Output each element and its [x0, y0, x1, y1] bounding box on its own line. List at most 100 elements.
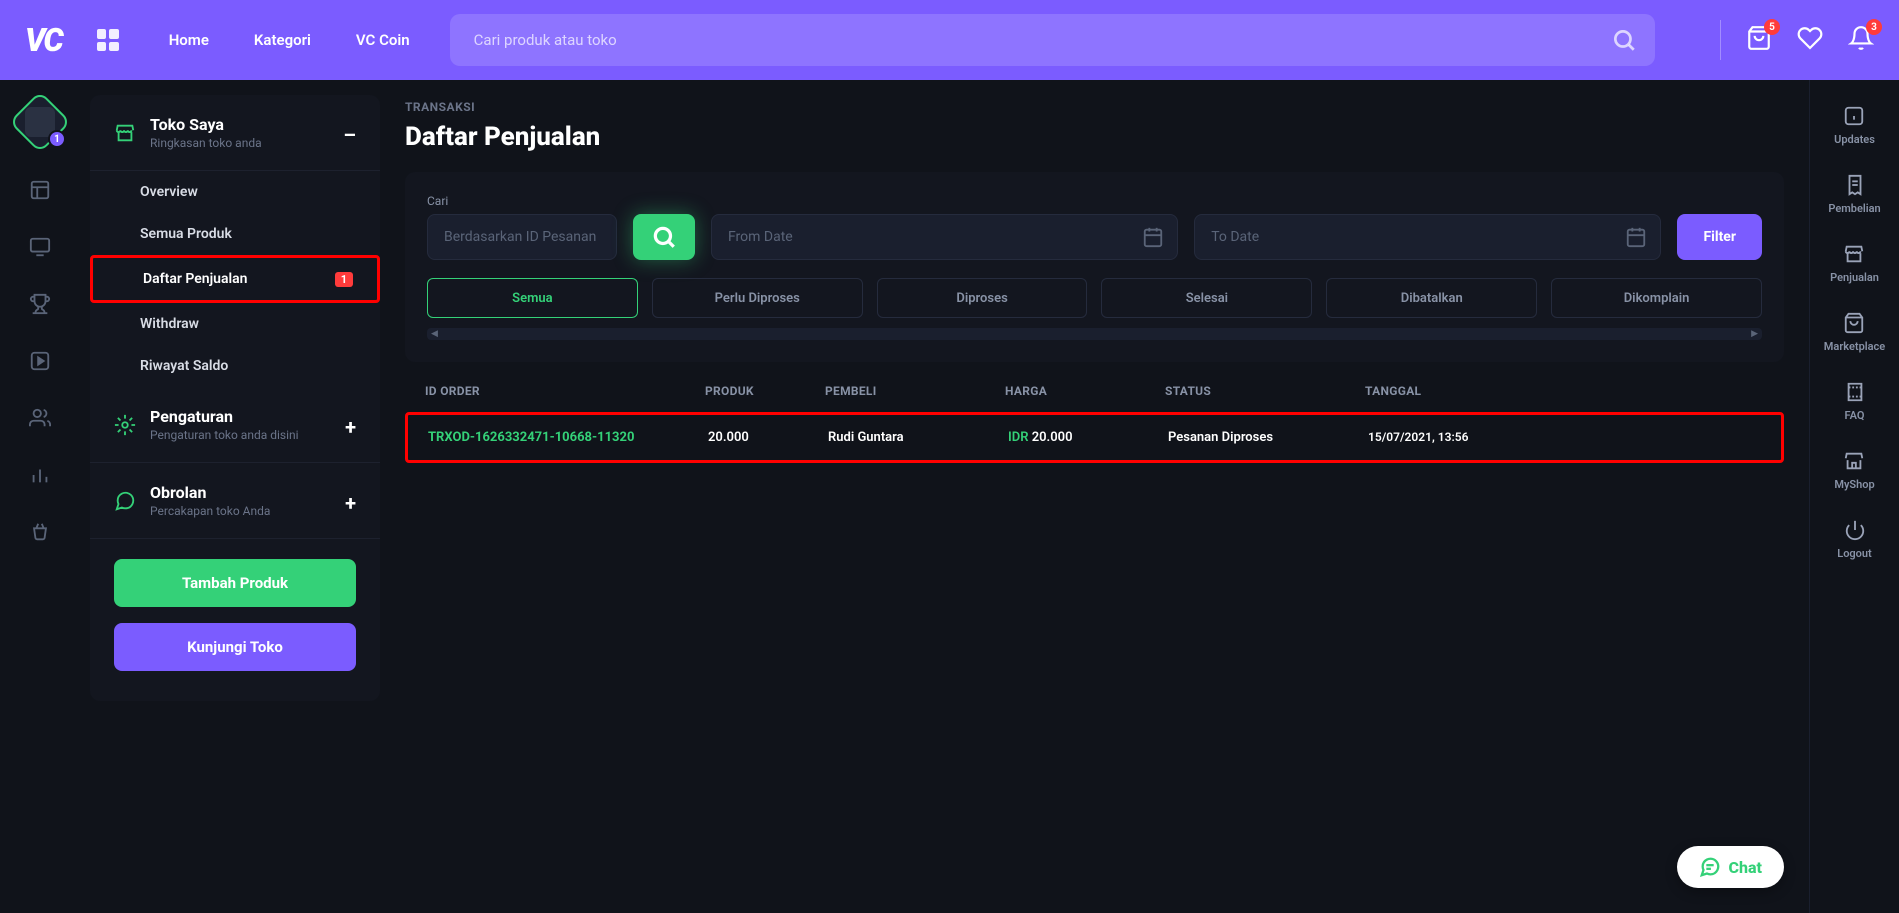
rr-label: Marketplace [1824, 340, 1885, 353]
rr-updates[interactable]: Updates [1834, 105, 1875, 146]
filter-panel: Cari Filter Semua Perlu Diproses [405, 172, 1784, 362]
tab-selesai[interactable]: Selesai [1101, 278, 1312, 318]
chart-icon[interactable] [29, 464, 51, 486]
play-icon[interactable] [29, 350, 51, 372]
chat-label: Chat [1729, 858, 1762, 877]
to-date-input[interactable] [1194, 214, 1661, 260]
th-produk: PRODUK [705, 384, 805, 398]
scroll-right-icon: ▶ [1751, 329, 1758, 339]
sidebar-item-daftar-penjualan[interactable]: Daftar Penjualan 1 [90, 255, 380, 303]
sidebar-title-toko: Toko Saya [150, 115, 262, 134]
collapse-toggle[interactable]: + [345, 491, 356, 515]
filter-button[interactable]: Filter [1677, 214, 1762, 260]
tab-perlu-diproses[interactable]: Perlu Diproses [652, 278, 863, 318]
tab-dikomplain[interactable]: Dikomplain [1551, 278, 1762, 318]
grid-icon[interactable] [29, 179, 51, 201]
rr-faq[interactable]: FAQ [1844, 381, 1866, 422]
table-row[interactable]: TRXOD-1626332471-10668-11320 20.000 Rudi… [405, 412, 1784, 463]
rr-label: MyShop [1834, 478, 1874, 491]
sidebar-item-riwayat-saldo[interactable]: Riwayat Saldo [90, 345, 380, 387]
collapse-toggle[interactable]: + [345, 415, 356, 439]
search-button[interactable] [633, 214, 695, 260]
nav-links: Home Kategori VC Coin [169, 31, 410, 49]
horizontal-scrollbar[interactable]: ◀ ▶ [427, 328, 1762, 340]
sidebar-item-semua-produk[interactable]: Semua Produk [90, 213, 380, 255]
sidebar-subtitle-toko: Ringkasan toko anda [150, 136, 262, 150]
sidebar-menu: Overview Semua Produk Daftar Penjualan 1… [90, 171, 380, 387]
orders-table: ID ORDER PRODUK PEMBELI HARGA STATUS TAN… [405, 384, 1784, 463]
rr-penjualan[interactable]: Penjualan [1830, 243, 1879, 284]
rr-label: Pembelian [1828, 202, 1880, 215]
from-date-input[interactable] [711, 214, 1178, 260]
search-label: Cari [427, 194, 617, 208]
logo[interactable]: VC [25, 21, 62, 59]
right-rail: Updates Pembelian Penjualan Marketplace … [1809, 80, 1899, 913]
top-nav: VC Home Kategori VC Coin 5 3 [0, 0, 1899, 80]
th-id: ID ORDER [425, 384, 685, 398]
sidebar-header-obrolan[interactable]: Obrolan Percakapan toko Anda + [114, 483, 356, 518]
produk-cell: 20.000 [708, 430, 808, 445]
sidebar-header-toko[interactable]: Toko Saya Ringkasan toko anda – [114, 115, 356, 150]
sidebar-item-overview[interactable]: Overview [90, 171, 380, 213]
chat-button[interactable]: Chat [1677, 846, 1784, 888]
th-tanggal: TANGGAL [1365, 384, 1485, 398]
tabs: Semua Perlu Diproses Diproses Selesai Di… [427, 278, 1762, 318]
avatar-badge: 1 [48, 130, 66, 148]
store-icon [1843, 243, 1865, 265]
bell-icon[interactable]: 3 [1848, 25, 1874, 55]
rr-myshop[interactable]: MyShop [1834, 450, 1874, 491]
chat-icon [1699, 856, 1721, 878]
th-status: STATUS [1165, 384, 1345, 398]
nav-kategori[interactable]: Kategori [254, 31, 311, 49]
cart-badge: 5 [1764, 19, 1780, 35]
order-id: TRXOD-1626332471-10668-11320 [428, 430, 688, 445]
global-search-input[interactable] [450, 14, 1655, 66]
rr-logout[interactable]: Logout [1837, 519, 1872, 560]
monitor-icon[interactable] [29, 236, 51, 258]
sidebar-item-badge: 1 [335, 272, 353, 287]
harga-cell: IDR 20.000 [1008, 430, 1148, 445]
trophy-icon[interactable] [29, 293, 51, 315]
pembeli-cell: Rudi Guntara [828, 430, 988, 445]
info-icon [1843, 105, 1865, 127]
sidebar-subtitle-obrolan: Percakapan toko Anda [150, 504, 270, 518]
sidebar-header-pengaturan[interactable]: Pengaturan Pengaturan toko anda disini + [114, 407, 356, 442]
rr-marketplace[interactable]: Marketplace [1824, 312, 1885, 353]
sidebar-section-obrolan: Obrolan Percakapan toko Anda + [90, 463, 380, 539]
calendar-icon [1142, 226, 1164, 248]
collapse-toggle[interactable]: – [343, 123, 356, 147]
chat-icon [114, 490, 136, 512]
nav-home[interactable]: Home [169, 31, 209, 49]
sidebar-title-obrolan: Obrolan [150, 483, 270, 502]
basket-icon[interactable] [29, 521, 51, 543]
avatar[interactable]: 1 [18, 100, 62, 144]
calendar-icon [1625, 226, 1647, 248]
sidebar-section-toko: Toko Saya Ringkasan toko anda – [90, 95, 380, 171]
add-product-button[interactable]: Tambah Produk [114, 559, 356, 607]
order-search-input[interactable] [427, 214, 617, 260]
filter-row: Cari Filter [427, 194, 1762, 260]
cart-icon[interactable]: 5 [1746, 25, 1772, 55]
bag-icon [1843, 312, 1865, 334]
layout: 1 Toko Saya Ringkasan toko anda – Overvi… [0, 80, 1899, 913]
nav-vccoin[interactable]: VC Coin [356, 31, 410, 49]
tab-dibatalkan[interactable]: Dibatalkan [1326, 278, 1537, 318]
apps-icon[interactable] [97, 29, 119, 51]
status-cell: Pesanan Diproses [1168, 430, 1348, 445]
sidebar-item-label: Daftar Penjualan [143, 271, 248, 287]
tab-diproses[interactable]: Diproses [877, 278, 1088, 318]
sidebar-item-withdraw[interactable]: Withdraw [90, 303, 380, 345]
heart-icon[interactable] [1797, 25, 1823, 55]
sidebar-title-pengaturan: Pengaturan [150, 407, 299, 426]
left-rail: 1 [0, 80, 80, 913]
th-harga: HARGA [1005, 384, 1145, 398]
separator [1720, 20, 1721, 60]
rr-pembelian[interactable]: Pembelian [1828, 174, 1880, 215]
rr-label: FAQ [1845, 409, 1865, 422]
shop-icon [1843, 450, 1865, 472]
visit-store-button[interactable]: Kunjungi Toko [114, 623, 356, 671]
receipt-icon [1844, 174, 1866, 196]
users-icon[interactable] [29, 407, 51, 429]
scroll-left-icon: ◀ [431, 329, 438, 339]
tab-semua[interactable]: Semua [427, 278, 638, 318]
